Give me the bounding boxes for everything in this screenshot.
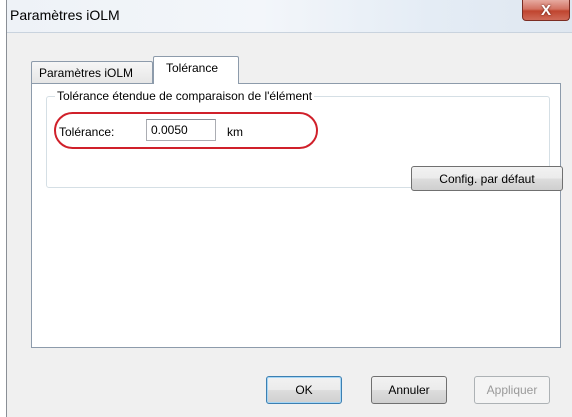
default-config-button[interactable]: Config. par défaut [411,166,563,191]
unit-label: km [227,125,243,139]
tab-tolerance[interactable]: Tolérance [153,56,239,84]
close-icon: X [540,1,551,19]
title-bar[interactable]: Paramètres iOLM X [7,0,572,33]
close-button[interactable]: X [522,0,570,21]
cancel-button[interactable]: Annuler [371,376,447,404]
tolerance-group: Tolérance étendue de comparaison de l'él… [46,89,563,191]
tab-label: Tolérance [166,61,219,75]
ok-button[interactable]: OK [266,376,342,404]
tolerance-label: Tolérance: [59,125,115,139]
window-title: Paramètres iOLM [10,7,120,23]
tolerance-input[interactable] [146,119,216,141]
dialog-window: Paramètres iOLM X Paramètres iOLM Toléra… [6,0,572,417]
tab-parametres-iolm[interactable]: Paramètres iOLM [31,61,153,83]
apply-button[interactable]: Appliquer [474,376,550,404]
tab-label: Paramètres iOLM [39,66,134,80]
tab-panel: Tolérance étendue de comparaison de l'él… [31,83,563,348]
group-legend: Tolérance étendue de comparaison de l'él… [55,89,315,103]
